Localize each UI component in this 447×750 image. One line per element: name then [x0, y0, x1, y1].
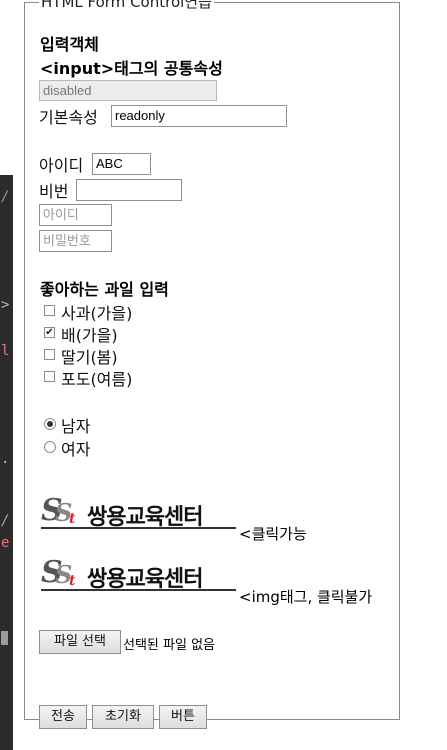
background-editor-strip: / > l . / e [0, 175, 13, 750]
static-logo-image: SSt 쌍용교육센터 [41, 555, 236, 593]
radio-female[interactable] [44, 441, 56, 453]
checkbox-label-pear: 배(가을) [61, 326, 118, 345]
id-placeholder-text: 아이디 [43, 207, 79, 222]
logo-mark: SSt [41, 493, 76, 528]
fruits-heading: 좋아하는 과일 입력 [40, 280, 169, 299]
editor-glyph: / [1, 189, 10, 205]
reset-button[interactable]: 초기화 [92, 705, 154, 729]
file-status-text: 선택된 파일 없음 [123, 638, 215, 653]
checkbox-label-grape: 포도(여름) [61, 370, 133, 389]
editor-glyph: . [1, 451, 10, 467]
checkbox-apple[interactable] [44, 305, 55, 316]
editor-glyph [1, 631, 8, 645]
radio-male[interactable] [44, 418, 56, 430]
section-subheading-common-attrs: <input>태그의 공통속성 [40, 59, 223, 78]
checkbox-strawberry[interactable] [44, 349, 55, 360]
editor-glyph: e [1, 535, 10, 551]
section-heading-input-objects: 입력객체 [40, 35, 99, 54]
disabled-input: disabled [39, 80, 217, 101]
basic-attr-label: 기본속성 [39, 108, 98, 127]
password-placeholder-text: 비밀번호 [43, 233, 91, 248]
logo-underline [41, 589, 236, 591]
clickable-caption: <클릭가능 [239, 525, 307, 543]
password-input[interactable] [76, 179, 182, 201]
checkbox-pear[interactable]: ✔ [44, 327, 55, 338]
id-label: 아이디 [39, 156, 84, 175]
id-input[interactable]: ABC [92, 153, 151, 175]
image-submit-button-logo[interactable]: SSt 쌍용교육센터 [41, 493, 236, 531]
editor-glyph: / [1, 513, 10, 529]
readonly-input[interactable]: readonly [111, 105, 287, 127]
editor-glyph: l [1, 343, 10, 359]
logo-mark: SSt [41, 555, 76, 590]
file-select-button[interactable]: 파일 선택 [39, 630, 121, 654]
editor-glyph: > [1, 297, 10, 313]
form-fieldset: HTML Form Control연습 입력객체 <input>태그의 공통속성… [24, 0, 400, 729]
browser-viewport: HTML Form Control연습 입력객체 <input>태그의 공통속성… [13, 0, 447, 750]
password-label: 비번 [39, 182, 69, 201]
generic-button[interactable]: 버튼 [159, 705, 207, 729]
submit-button[interactable]: 전송 [39, 705, 87, 729]
logo-underline [41, 527, 236, 529]
img-caption: <img태그, 클릭불가 [239, 588, 373, 606]
password-placeholder-input[interactable]: 비밀번호 [39, 230, 112, 252]
radio-label-female: 여자 [61, 440, 91, 459]
checkbox-grape[interactable] [44, 371, 55, 382]
checkbox-label-apple: 사과(가을) [61, 304, 133, 323]
id-placeholder-input[interactable]: 아이디 [39, 204, 112, 226]
radio-label-male: 남자 [61, 417, 91, 436]
checkbox-label-strawberry: 딸기(봄) [61, 348, 118, 367]
form-legend: HTML Form Control연습 [39, 0, 214, 12]
